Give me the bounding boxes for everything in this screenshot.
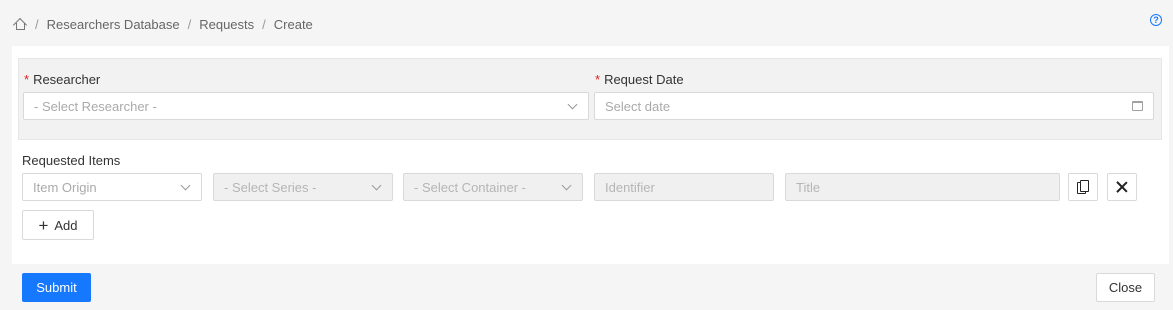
request-date-label: * Request Date: [595, 72, 684, 87]
help-icon[interactable]: ?: [1150, 14, 1162, 26]
close-icon: [1116, 181, 1128, 193]
requested-items-label: Requested Items: [22, 153, 121, 168]
identifier-input[interactable]: Identifier: [594, 173, 774, 201]
copy-icon: [1077, 180, 1089, 194]
duplicate-item-button[interactable]: [1068, 173, 1098, 201]
add-label: Add: [54, 217, 78, 233]
request-date-picker[interactable]: Select date: [594, 92, 1154, 120]
add-item-button[interactable]: + Add: [22, 210, 94, 240]
remove-item-button[interactable]: [1107, 173, 1137, 201]
request-details-panel: * Researcher - Select Researcher - * Reque…: [18, 58, 1162, 140]
close-button[interactable]: Close: [1096, 273, 1155, 302]
chevron-down-icon: [567, 99, 578, 109]
submit-button[interactable]: Submit: [22, 273, 91, 302]
breadcrumb-separator: /: [262, 16, 266, 32]
request-date-placeholder: Select date: [605, 98, 671, 114]
plus-icon: +: [38, 215, 49, 235]
researcher-label: * Researcher: [24, 72, 101, 87]
chevron-down-icon: [180, 180, 191, 190]
breadcrumb: / Researchers Database / Requests / Crea…: [12, 14, 313, 34]
breadcrumb-separator: /: [187, 16, 192, 32]
series-select[interactable]: - Select Series -: [213, 173, 393, 201]
researcher-select[interactable]: - Select Researcher -: [23, 92, 589, 120]
home-icon[interactable]: [12, 17, 28, 33]
calendar-icon: [1132, 101, 1143, 111]
form-card: * Researcher - Select Researcher - * Reque…: [12, 46, 1169, 264]
container-select[interactable]: - Select Container -: [403, 173, 583, 201]
breadcrumb-separator: /: [35, 16, 39, 32]
chevron-down-icon: [371, 180, 382, 190]
required-mark: *: [595, 72, 601, 87]
required-mark: *: [24, 72, 30, 87]
chevron-down-icon: [561, 180, 572, 190]
breadcrumb-create: Create: [273, 16, 313, 32]
title-input[interactable]: Title: [785, 173, 1060, 201]
breadcrumb-requests[interactable]: Requests: [199, 17, 254, 32]
researcher-placeholder: - Select Researcher -: [34, 98, 157, 114]
breadcrumb-researchers-database[interactable]: Researchers Database: [47, 17, 180, 32]
item-origin-select[interactable]: Item Origin: [22, 173, 202, 201]
